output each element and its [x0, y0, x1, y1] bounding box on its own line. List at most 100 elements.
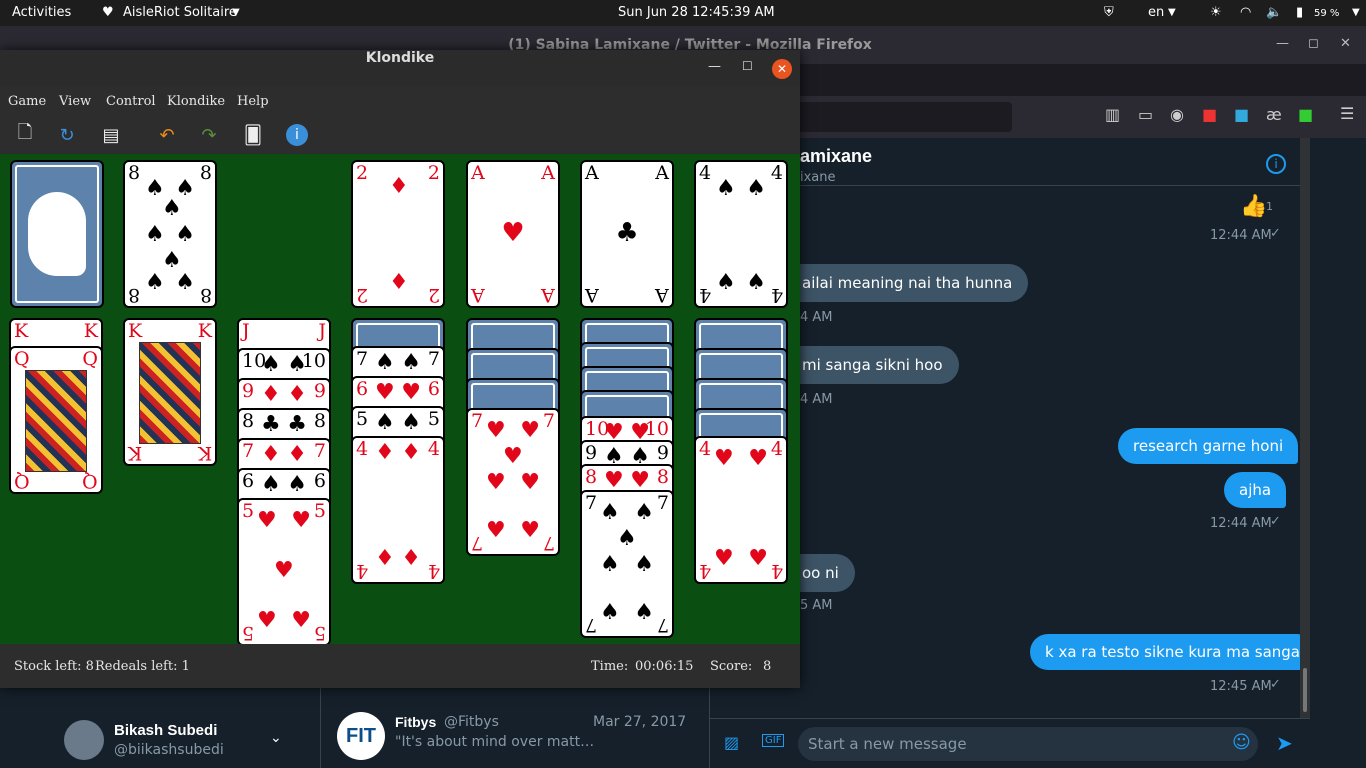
- foundation-3[interactable]: AA ♣ AA: [580, 160, 674, 308]
- waste-card[interactable]: 88 ♠ ♠ ♠ ♠ ♠ ♠ ♠ ♠ 88: [123, 160, 217, 308]
- battery-percent: 59 %: [1314, 8, 1340, 19]
- tableau-card[interactable]: 55 ♥ ♥ ♥ ♥ ♥ 55: [237, 498, 331, 644]
- message-time: 4 AM: [800, 392, 833, 407]
- undo-icon[interactable]: ↶: [154, 122, 180, 148]
- close-icon[interactable]: ✕: [772, 59, 792, 79]
- redo-icon[interactable]: ↷: [196, 122, 222, 148]
- dm-contact-handle: ixane: [800, 170, 836, 185]
- message-bubble-in[interactable]: mi sanga sikni hoo: [800, 346, 959, 384]
- hint-icon[interactable]: 🂠: [240, 122, 266, 148]
- app-menu[interactable]: AisleRiot Solitaire: [123, 5, 237, 20]
- foundation-4[interactable]: 44 ♠ ♠ ♠ ♠ 44: [694, 160, 788, 308]
- chevron-down-icon[interactable]: ▼: [1352, 7, 1360, 18]
- tweet-text: "It's about mind over matt…: [395, 734, 595, 750]
- extension-icon[interactable]: ■: [1234, 105, 1249, 124]
- avatar: [64, 720, 104, 760]
- brightness-icon[interactable]: ☀: [1210, 5, 1222, 20]
- menu-help[interactable]: Help: [237, 94, 269, 109]
- minimize-icon[interactable]: —: [708, 59, 721, 74]
- divider: [800, 185, 1300, 186]
- chevron-down-icon[interactable]: ⌄: [270, 730, 282, 746]
- gif-icon[interactable]: GIF: [762, 734, 785, 747]
- check-icon: ✓: [1270, 226, 1281, 241]
- firefox-tabstrip: [800, 64, 1366, 96]
- new-game-icon[interactable]: 🗋: [12, 122, 38, 148]
- tweet-user: Fitbys: [395, 714, 437, 730]
- sidebar-icon[interactable]: ▭: [1138, 105, 1153, 124]
- scrollbar[interactable]: [1300, 138, 1310, 718]
- extension-icon[interactable]: ■: [1298, 105, 1313, 124]
- account-switcher[interactable]: Bikash Subedi @biikashsubedi ⌄: [0, 688, 320, 768]
- minimize-icon[interactable]: —: [1276, 36, 1289, 51]
- tableau-card[interactable]: KKKK: [123, 318, 217, 466]
- foundation-2[interactable]: AA ♥ AA: [466, 160, 560, 308]
- message-time: 12:44 AM: [1210, 228, 1272, 243]
- send-icon[interactable]: ➤: [1276, 731, 1293, 755]
- clock[interactable]: Sun Jun 28 12:45:39 AM: [618, 5, 775, 20]
- message-bubble-out[interactable]: ajha: [1224, 472, 1287, 508]
- message-bubble-in[interactable]: oo ni: [800, 554, 855, 592]
- menu-game[interactable]: Game: [8, 94, 46, 109]
- message-input[interactable]: Start a new message ☺: [798, 727, 1258, 761]
- library-icon[interactable]: ▥: [1105, 105, 1120, 124]
- check-icon: ✓: [1270, 514, 1281, 529]
- message-bubble-in[interactable]: ailai meaning nai tha hunna: [800, 264, 1029, 302]
- tweet-date: Mar 27, 2017: [593, 714, 687, 730]
- info-icon[interactable]: i: [284, 122, 310, 148]
- wifi-icon[interactable]: ◠: [1240, 5, 1251, 20]
- info-icon[interactable]: i: [1266, 154, 1286, 174]
- restart-icon[interactable]: ↻: [54, 122, 80, 148]
- account-handle: @biikashsubedi: [114, 742, 224, 758]
- image-icon[interactable]: ▨: [724, 733, 739, 752]
- redeals-left: Redeals left: 1: [95, 659, 190, 674]
- extension-icon[interactable]: æ: [1266, 105, 1282, 124]
- tableau-card[interactable]: QQQQ: [9, 346, 103, 494]
- account-name: Bikash Subedi: [114, 722, 218, 739]
- menu-bar: Game View Control Klondike Help: [0, 86, 800, 116]
- emoji-icon[interactable]: ☺: [1232, 732, 1251, 753]
- dm-compose-bar: ▨ GIF Start a new message ☺ ➤: [710, 718, 1310, 768]
- tableau-card[interactable]: 44 ♥ ♥ ♥ ♥ 44: [694, 436, 788, 584]
- game-board[interactable]: 88 ♠ ♠ ♠ ♠ ♠ ♠ ♠ ♠ 88 22 ♦ ♦ 22 AA ♥ AA AA ♣…: [0, 154, 800, 644]
- klondike-window: Klondike — ☐ ✕ Game View Control Klondik…: [0, 50, 800, 688]
- foundation-1[interactable]: 22 ♦ ♦ 22: [351, 160, 445, 308]
- menu-view[interactable]: View: [59, 94, 91, 109]
- tweet-item[interactable]: FIT Fitbys @Fitbys Mar 27, 2017 "It's ab…: [320, 688, 710, 768]
- url-bar[interactable]: [800, 102, 1012, 132]
- tableau-card[interactable]: 77 ♠ ♠ ♠ ♠ ♠ ♠ ♠ 77: [580, 490, 674, 638]
- shield-icon[interactable]: ⛨: [1104, 5, 1114, 20]
- window-title: Klondike: [0, 50, 800, 86]
- tweet-handle: @Fitbys: [444, 714, 499, 730]
- message-time: 12:45 AM: [1210, 679, 1272, 694]
- extension-icon[interactable]: ◉: [1170, 105, 1184, 124]
- message-bubble-out[interactable]: research garne honi: [1118, 428, 1299, 464]
- reaction-count: 1: [1266, 200, 1273, 213]
- message-placeholder: Start a new message: [808, 735, 967, 753]
- toolbar: 🗋 ↻ ▤ ↶ ↷ 🂠 i: [0, 116, 800, 154]
- tableau-card[interactable]: 44 ♦ ♦ ♦ ♦ 44: [351, 436, 445, 584]
- avatar: FIT: [337, 712, 385, 760]
- extension-icon[interactable]: ■: [1202, 105, 1217, 124]
- page-margin: [1310, 138, 1366, 768]
- stock-pile[interactable]: [10, 160, 104, 308]
- maximize-icon[interactable]: ◻: [1308, 36, 1319, 51]
- volume-icon[interactable]: 🔈: [1266, 5, 1282, 20]
- foot-logo: [28, 192, 86, 276]
- dm-conversation: amixane ixane i 👍 1 12:44 AM ✓ ailai mean…: [800, 138, 1315, 718]
- select-game-icon[interactable]: ▤: [98, 122, 124, 148]
- thumbs-up-icon: 👍: [1240, 194, 1268, 219]
- chevron-down-icon: ▼: [1168, 7, 1176, 18]
- message-time: 4 AM: [800, 310, 833, 325]
- tableau-card[interactable]: 77 ♥ ♥ ♥ ♥ ♥ ♥ ♥ 77: [466, 408, 560, 556]
- language-indicator[interactable]: en: [1148, 5, 1164, 20]
- message-bubble-out[interactable]: k xa ra testo sikne kura ma sanga: [1030, 634, 1315, 670]
- close-icon[interactable]: ✕: [1340, 36, 1351, 51]
- heart-icon: ♥: [102, 5, 114, 20]
- menu-icon[interactable]: ☰: [1340, 104, 1354, 123]
- message-time: 12:44 AM: [1210, 516, 1272, 531]
- activities-button[interactable]: Activities: [12, 5, 71, 20]
- battery-icon[interactable]: ▮: [1296, 5, 1303, 20]
- menu-control[interactable]: Control: [106, 94, 156, 109]
- maximize-icon[interactable]: ☐: [742, 59, 753, 73]
- menu-klondike[interactable]: Klondike: [167, 94, 225, 109]
